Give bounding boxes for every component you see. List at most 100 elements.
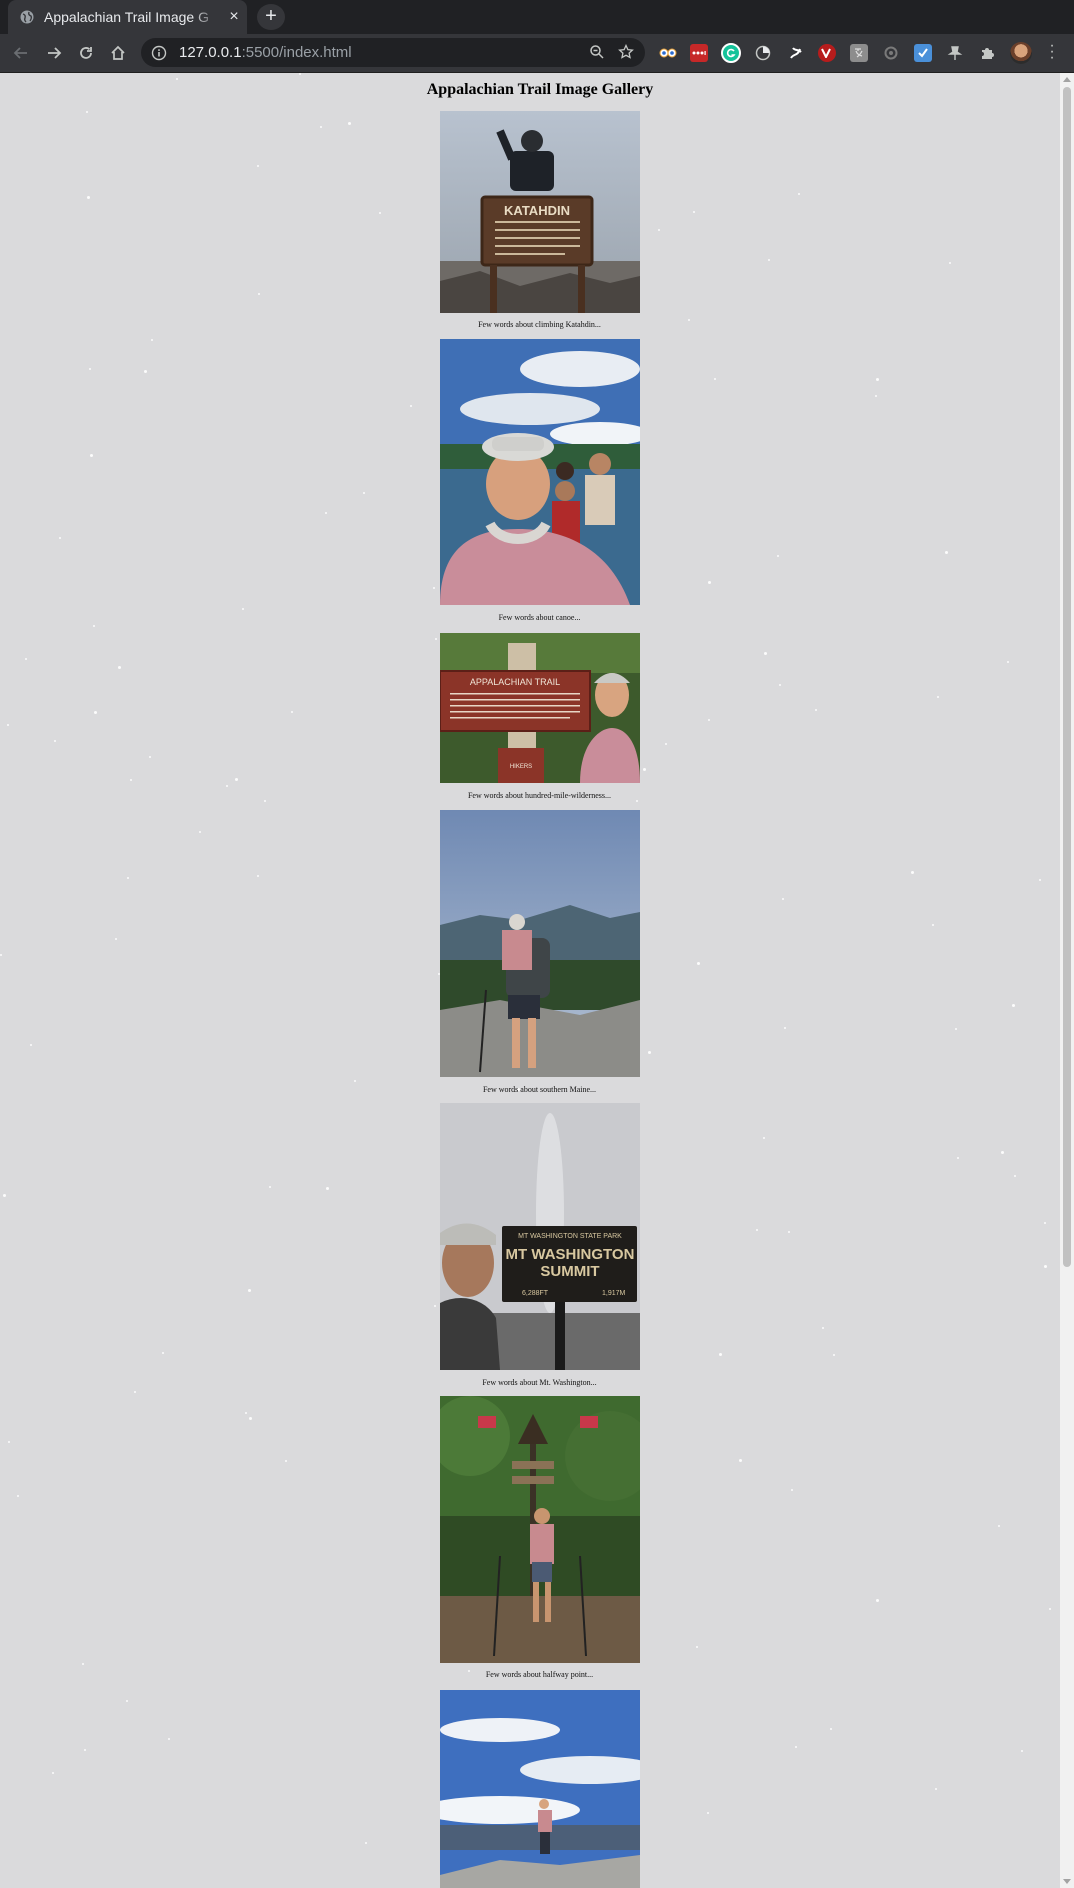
background-star	[326, 1187, 329, 1190]
gallery-photo-summit-clouds[interactable]	[440, 1690, 640, 1888]
extension-pin-icon[interactable]	[946, 44, 964, 62]
gallery-photo-hundred-mile-wilderness[interactable]: APPALACHIAN TRAIL HIKERS	[440, 633, 640, 783]
background-star	[118, 666, 121, 669]
background-star	[955, 1028, 957, 1030]
background-star	[875, 395, 877, 397]
background-star	[144, 370, 147, 373]
extension-pie-icon[interactable]	[754, 44, 772, 62]
background-star	[89, 368, 91, 370]
page-scrollbar[interactable]	[1060, 73, 1074, 1888]
url-host: 127.0.0.1	[179, 44, 242, 61]
background-star	[658, 229, 660, 231]
forward-icon[interactable]	[43, 42, 65, 64]
background-star	[86, 111, 88, 113]
gallery-caption-southern-maine: Few words about southern Maine...	[482, 1085, 597, 1094]
background-star	[8, 1441, 10, 1443]
background-star	[937, 696, 939, 698]
gallery-photo-mt-washington[interactable]: MT WASHINGTON STATE PARK MT WASHINGTON S…	[440, 1103, 640, 1370]
background-star	[777, 555, 779, 557]
background-star	[822, 1327, 824, 1329]
background-star	[176, 78, 178, 80]
bookmark-star-icon[interactable]	[618, 43, 634, 65]
photo-text-washington-m: 1,917M	[602, 1290, 626, 1297]
extension-lastpass-icon[interactable]	[690, 44, 708, 62]
background-star	[949, 262, 951, 264]
background-star	[696, 1646, 698, 1648]
gallery-photo-katahdin[interactable]: KATAHDIN	[440, 111, 640, 313]
zoom-icon[interactable]	[589, 44, 605, 65]
extension-translate-icon[interactable]	[850, 44, 868, 62]
background-star	[257, 165, 259, 167]
gallery-caption-halfway-point: Few words about halfway point...	[485, 1670, 594, 1679]
background-star	[1014, 1175, 1016, 1177]
background-star	[795, 1746, 797, 1748]
gallery-photo-canoe[interactable]	[440, 339, 640, 605]
globe-icon	[20, 10, 34, 24]
background-star	[791, 1489, 793, 1491]
background-star	[911, 871, 914, 874]
scrollbar-thumb[interactable]	[1063, 87, 1071, 1267]
extensions-puzzle-icon[interactable]	[978, 44, 996, 62]
photo-text-washington-summit-2: SUMMIT	[540, 1263, 599, 1280]
photo-text-appalachian-trail: APPALACHIAN TRAIL	[470, 677, 560, 687]
background-star	[998, 1525, 1000, 1527]
scroll-up-arrow-icon[interactable]	[1063, 77, 1071, 82]
photo-text-washington-park: MT WASHINGTON STATE PARK	[518, 1233, 622, 1240]
close-tab-icon[interactable]: ×	[227, 8, 241, 26]
extension-grammarly-icon[interactable]	[721, 43, 741, 63]
gallery-photo-halfway-point[interactable]	[440, 1396, 640, 1663]
background-star	[1012, 1004, 1015, 1007]
background-star	[285, 1460, 287, 1462]
extension-grey-circle-icon[interactable]	[882, 44, 900, 62]
background-star	[30, 1044, 32, 1046]
scroll-down-arrow-icon[interactable]	[1063, 1879, 1071, 1884]
gallery-photo-southern-maine[interactable]	[440, 810, 640, 1077]
home-icon[interactable]	[107, 42, 129, 64]
background-star	[7, 724, 9, 726]
extension-swirl-icon[interactable]	[787, 44, 805, 62]
background-star	[291, 711, 293, 713]
background-star	[3, 1194, 6, 1197]
background-star	[82, 1663, 84, 1665]
background-star	[242, 608, 244, 610]
background-star	[17, 1495, 19, 1497]
background-star	[798, 193, 800, 195]
extension-v-icon[interactable]	[818, 44, 836, 62]
background-star	[151, 339, 153, 341]
background-star	[59, 537, 61, 539]
background-star	[365, 1842, 367, 1844]
reload-icon[interactable]	[75, 42, 97, 64]
background-star	[714, 378, 716, 380]
background-star	[52, 1772, 54, 1774]
background-star	[935, 1788, 937, 1790]
browser-tab[interactable]: Appalachian Trail Image G ×	[8, 0, 247, 34]
background-star	[257, 875, 259, 877]
extension-eyes-icon[interactable]	[659, 44, 677, 62]
background-star	[876, 1599, 879, 1602]
background-star	[354, 1080, 356, 1082]
browser-menu-icon[interactable]: · · ·	[1048, 38, 1056, 66]
background-star	[434, 1305, 436, 1307]
site-info-icon[interactable]	[151, 45, 167, 61]
back-icon[interactable]	[10, 42, 32, 64]
page-title: Appalachian Trail Image Gallery	[426, 81, 654, 98]
background-star	[764, 652, 767, 655]
background-star	[94, 711, 97, 714]
background-star	[739, 1459, 742, 1462]
background-star	[708, 581, 711, 584]
gallery-caption-mt-washington: Few words about Mt. Washington...	[482, 1378, 597, 1387]
photo-text-washington-summit-1: MT WASHINGTON	[506, 1246, 635, 1263]
extension-check-icon[interactable]	[914, 44, 932, 62]
new-tab-button[interactable]: +	[257, 4, 285, 30]
background-star	[788, 1231, 790, 1233]
background-star	[665, 743, 667, 745]
background-star	[643, 768, 646, 771]
background-star	[1049, 1608, 1051, 1610]
background-star	[779, 684, 781, 686]
profile-avatar[interactable]	[1010, 42, 1032, 64]
background-star	[199, 831, 201, 833]
background-star	[126, 1700, 128, 1702]
address-bar[interactable]: 127.0.0.1:5500/index.html	[141, 38, 645, 67]
background-star	[54, 740, 56, 742]
tab-strip: Appalachian Trail Image G × +	[0, 0, 1074, 34]
